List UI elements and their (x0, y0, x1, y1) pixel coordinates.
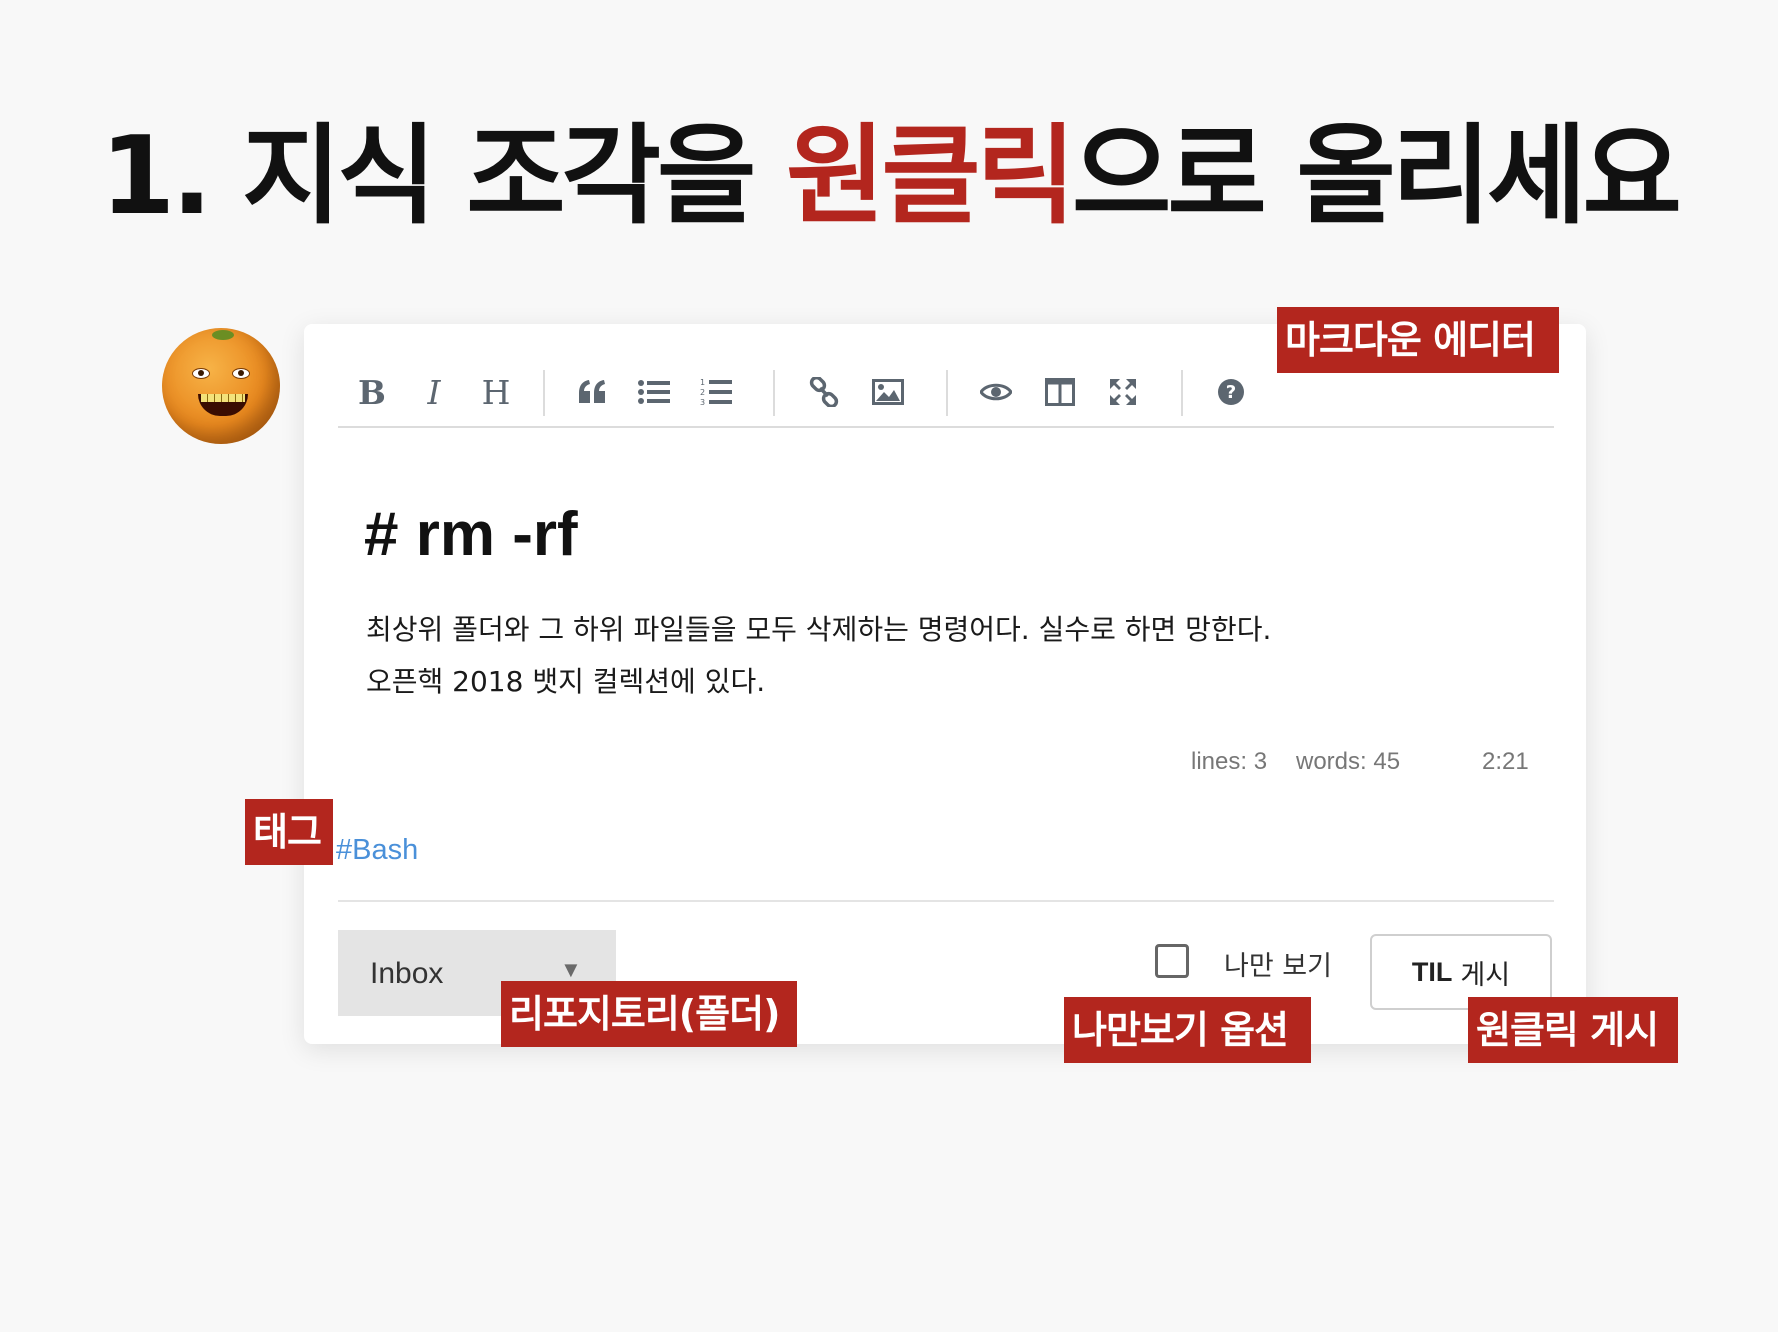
image-icon[interactable] (868, 372, 908, 412)
post-button-bold: TIL (1411, 956, 1453, 987)
slide: 1. 지식 조각을 원클릭으로 올리세요 B I H 123 ? # rm -r… (0, 0, 1778, 1332)
callout-editor: 마크다운 에디터 (1277, 307, 1559, 373)
status-cursor: 2:21 (1482, 748, 1529, 775)
editor-card: B I H 123 ? # rm -rf 최상위 폴더와 그 하위 파일들을 모… (304, 324, 1586, 1044)
private-checkbox-label[interactable]: 나만 보기 (1224, 944, 1332, 983)
callout-tag: 태그 (245, 799, 333, 865)
title-accent: 원클릭 (785, 114, 1076, 239)
ordered-list-icon[interactable]: 123 (696, 372, 736, 412)
title-suffix: 으로 올리세요 (1072, 114, 1682, 239)
callout-private: 나만보기 옵션 (1064, 997, 1311, 1063)
italic-icon[interactable]: I (414, 372, 454, 412)
svg-text:3: 3 (700, 398, 705, 407)
toolbar-divider (946, 370, 948, 416)
title-prefix: 1. 지식 조각을 (100, 114, 786, 239)
callout-post: 원클릭 게시 (1468, 997, 1678, 1063)
quote-icon[interactable] (572, 372, 612, 412)
page-title: 1. 지식 조각을 원클릭으로 올리세요 (0, 112, 1778, 242)
markdown-heading[interactable]: # rm -rf (364, 500, 578, 570)
link-icon[interactable] (804, 372, 844, 412)
svg-text:?: ? (1226, 382, 1236, 403)
folder-select-value: Inbox (370, 957, 444, 990)
private-checkbox[interactable] (1155, 944, 1189, 978)
svg-text:2: 2 (700, 388, 705, 397)
bold-icon[interactable]: B (352, 372, 392, 412)
heading-icon[interactable]: H (476, 372, 516, 412)
chevron-down-icon: ▼ (560, 957, 582, 982)
status-words: words: 45 (1296, 748, 1401, 775)
unordered-list-icon[interactable] (634, 372, 674, 412)
help-icon[interactable]: ? (1211, 372, 1251, 412)
tag-link[interactable]: #Bash (336, 834, 418, 867)
avatar (162, 328, 280, 444)
post-button-label: 게시 (1460, 959, 1511, 991)
divider (338, 900, 1554, 902)
markdown-body[interactable]: 최상위 폴더와 그 하위 파일들을 모두 삭제하는 명령어다. 실수로 하면 망… (366, 604, 1486, 708)
svg-text:1: 1 (700, 378, 705, 387)
toolbar-divider (1181, 370, 1183, 416)
markdown-line: 최상위 폴더와 그 하위 파일들을 모두 삭제하는 명령어다. 실수로 하면 망… (366, 613, 1272, 646)
side-by-side-icon[interactable] (1040, 372, 1080, 412)
toolbar-divider (543, 370, 545, 416)
status-lines: lines: 3 (1191, 748, 1268, 775)
markdown-line: 오픈핵 2018 뱃지 컬렉션에 있다. (366, 665, 766, 698)
preview-icon[interactable] (976, 372, 1016, 412)
fullscreen-icon[interactable] (1103, 372, 1143, 412)
callout-folder: 리포지토리(폴더) (501, 981, 797, 1047)
toolbar-divider (773, 370, 775, 416)
editor-toolbar: B I H 123 ? (338, 366, 1554, 428)
